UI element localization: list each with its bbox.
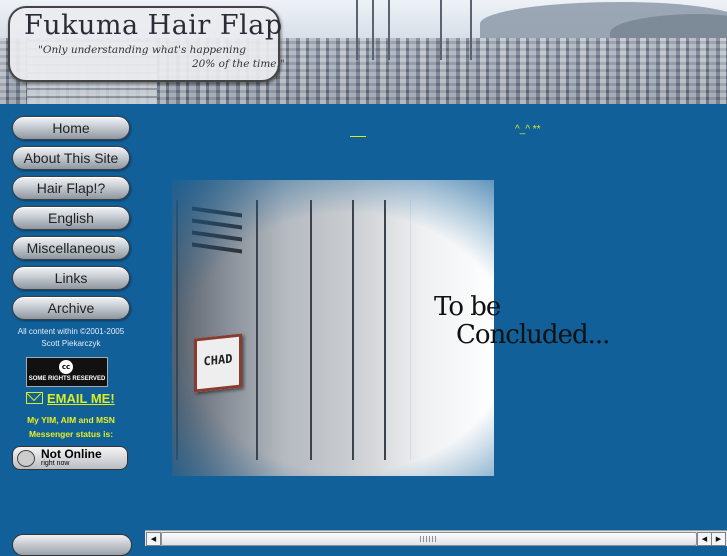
email-label: EMAIL ME! <box>47 391 115 406</box>
site-tagline: 20% of the time." <box>192 58 285 70</box>
photo-caption: Concluded... <box>456 320 610 350</box>
content-link-underscore[interactable] <box>350 124 366 137</box>
nav-english-button[interactable]: English <box>12 206 130 230</box>
nav-links-button[interactable]: Links <box>12 266 130 290</box>
locker-door <box>256 200 311 460</box>
locker-vent <box>192 242 242 254</box>
nav-miscellaneous-button[interactable]: Miscellaneous <box>12 236 130 260</box>
status-main-text: Not Online <box>41 447 102 461</box>
scroll-right-arrow-icon[interactable]: ▶ <box>711 532 726 546</box>
site-logo[interactable]: Fukuma Hair Flap "Only understanding wha… <box>8 6 285 82</box>
status-sub-text: right now <box>41 460 70 467</box>
nav-hair-flap-button[interactable]: Hair Flap!? <box>12 176 130 200</box>
messenger-status-badge[interactable]: Not Online right now <box>12 446 128 470</box>
copyright-notice: All content within ©2001-2005 Scott Piek… <box>4 326 138 350</box>
photo-caption: To be <box>434 292 501 322</box>
status-label-line: Messenger status is: <box>28 429 114 439</box>
locker-vent <box>192 206 242 218</box>
copyright-author: Scott Piekarczyk <box>41 339 101 348</box>
locker-photo: CHAD <box>172 180 494 476</box>
scroll-left-arrow-icon[interactable]: ◀ <box>697 532 712 546</box>
locker-door <box>384 200 411 460</box>
messenger-status-label: My YIM, AIM and MSN Messenger status is: <box>4 413 138 441</box>
email-link[interactable]: EMAIL ME! <box>26 391 115 406</box>
banner-pole <box>372 0 374 60</box>
creative-commons-badge[interactable]: cc SOME RIGHTS RESERVED <box>26 357 108 387</box>
horizontal-scrollbar[interactable]: ◀ ◀ ▶ <box>145 530 727 546</box>
locker-door <box>352 200 385 460</box>
nav-archive-button[interactable]: Archive <box>12 296 130 320</box>
nav-home-button[interactable]: Home <box>12 116 130 140</box>
featured-photo: CHAD To be Concluded... <box>172 180 612 476</box>
scrollbar-grip-icon <box>420 536 436 542</box>
nameplate-text: CHAD <box>203 351 233 369</box>
locker-door <box>176 200 257 460</box>
sidebar-bottom-button[interactable] <box>12 534 132 556</box>
content-link-emoticon[interactable]: ^_^ ** <box>515 124 541 135</box>
locker-vent <box>192 230 242 242</box>
site-banner: Fukuma Hair Flap "Only understanding wha… <box>0 0 727 104</box>
cc-label: SOME RIGHTS RESERVED <box>28 376 106 382</box>
locker-vent <box>192 218 242 230</box>
envelope-icon <box>26 392 43 404</box>
site-tagline: "Only understanding what's happening <box>38 44 246 56</box>
creative-commons-icon: cc <box>59 360 73 374</box>
status-face-icon <box>17 450 35 467</box>
banner-pole <box>388 0 390 60</box>
banner-pole <box>356 0 358 60</box>
copyright-line: All content within ©2001-2005 <box>17 327 125 336</box>
status-label-line: My YIM, AIM and MSN <box>27 415 115 425</box>
scrollbar-thumb[interactable] <box>161 532 697 546</box>
site-title: Fukuma Hair Flap <box>24 10 283 41</box>
locker-door <box>310 200 353 460</box>
sidebar: Home About This Site Hair Flap!? English… <box>0 104 142 556</box>
nav-about-button[interactable]: About This Site <box>12 146 130 170</box>
locker-nameplate: CHAD <box>194 333 242 393</box>
banner-pole <box>470 0 472 60</box>
scroll-left-arrow-icon[interactable]: ◀ <box>146 532 161 546</box>
banner-pole <box>440 0 442 60</box>
